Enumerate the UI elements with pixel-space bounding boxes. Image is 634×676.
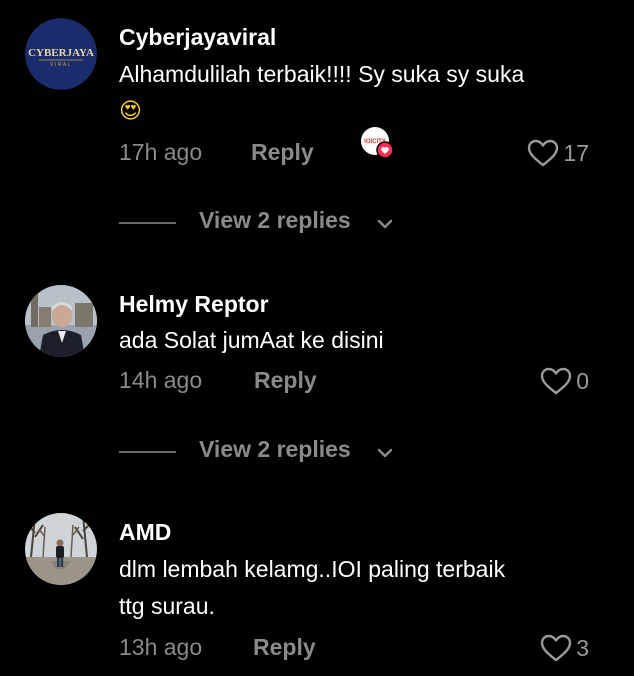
chevron-down-icon — [376, 212, 394, 239]
comment-text: ada Solat jumAat ke disini — [119, 322, 599, 359]
timestamp: 13h ago — [119, 634, 203, 660]
comment-item: CYBERJAYA VIRAL Cyberjayaviral Alhamduli… — [0, 0, 634, 250]
avatar-logo-subtext: VIRAL — [50, 62, 72, 68]
avatar[interactable]: CYBERJAYA VIRAL — [25, 18, 97, 90]
heart-filled-badge-icon — [376, 141, 394, 159]
creator-liked-badge: IOICITY — [360, 126, 394, 160]
heart-outline-icon — [540, 367, 572, 395]
comment-item: Helmy Reptor ada Solat jumAat ke disini … — [0, 250, 634, 480]
comment-item: AMD dlm lembah kelamg..IOI paling terbai… — [0, 480, 634, 676]
like-count: 0 — [576, 367, 589, 394]
divider-line — [119, 451, 176, 453]
comment-meta: 13h ago Reply 3 — [119, 634, 599, 664]
avatar-logo-text: CYBERJAYA — [28, 47, 94, 59]
avatar[interactable] — [25, 285, 97, 357]
comment-text: dlm lembah kelamg..IOI paling terbaik tt… — [119, 551, 599, 625]
like-button[interactable]: 3 — [540, 634, 589, 662]
comment-text-line: Alhamdulilah terbaik!!!! Sy suka sy suka — [119, 61, 525, 87]
view-replies-label: View 2 replies — [199, 207, 351, 233]
view-replies-label: View 2 replies — [199, 436, 351, 462]
emoji: 😍 — [119, 99, 142, 124]
comment-text-line: ttg surau. — [119, 593, 215, 619]
chevron-down-icon — [376, 441, 394, 468]
comment-text-line: ada Solat jumAat ke disini — [119, 327, 384, 353]
timestamp: 17h ago — [119, 139, 203, 165]
like-button[interactable]: 0 — [540, 367, 589, 395]
comment-meta: 14h ago Reply 0 — [119, 367, 599, 397]
username[interactable]: AMD — [119, 519, 171, 546]
like-count: 17 — [563, 139, 589, 166]
divider-line — [119, 222, 176, 224]
reply-button[interactable]: Reply — [251, 139, 314, 166]
comment-meta: 17h ago Reply IOICITY 17 — [119, 127, 599, 169]
comment-text: Alhamdulilah terbaik!!!! Sy suka sy suka… — [119, 56, 599, 130]
heart-outline-icon — [540, 634, 572, 662]
heart-outline-icon — [527, 139, 559, 167]
comment-text-line: dlm lembah kelamg..IOI paling terbaik — [119, 556, 506, 582]
username[interactable]: Cyberjayaviral — [119, 24, 276, 51]
reply-button[interactable]: Reply — [253, 634, 316, 661]
reply-button[interactable]: Reply — [254, 367, 317, 394]
like-button[interactable]: 17 — [527, 139, 589, 167]
username[interactable]: Helmy Reptor — [119, 291, 269, 318]
avatar[interactable] — [25, 513, 97, 585]
timestamp: 14h ago — [119, 367, 203, 393]
like-count: 3 — [576, 634, 589, 661]
